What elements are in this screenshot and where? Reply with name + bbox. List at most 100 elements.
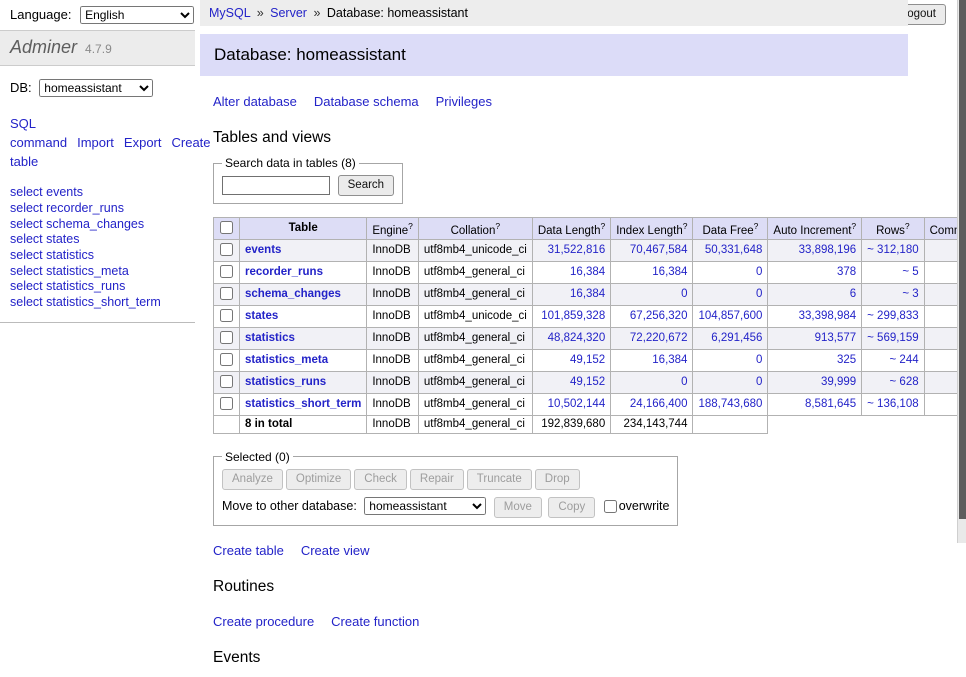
table-name-link[interactable]: recorder_runs bbox=[245, 266, 323, 278]
breadcrumb-link-server[interactable]: Server bbox=[270, 6, 307, 20]
auto-increment-link[interactable]: 33,398,984 bbox=[799, 310, 857, 322]
rows-link[interactable]: ~ 628 bbox=[890, 376, 919, 388]
data-length-link[interactable]: 31,522,816 bbox=[548, 244, 606, 256]
auto-increment-link[interactable]: 39,999 bbox=[821, 376, 856, 388]
rows-link[interactable]: ~ 299,833 bbox=[867, 310, 918, 322]
doc-question-icon[interactable]: ? bbox=[754, 221, 759, 231]
row-checkbox[interactable] bbox=[220, 265, 233, 278]
column-header-data-free[interactable]: Data Free? bbox=[693, 217, 768, 239]
sidebar-table-link[interactable]: select schema_changes bbox=[10, 217, 144, 231]
rows-link[interactable]: ~ 136,108 bbox=[867, 398, 918, 410]
column-header-data-length[interactable]: Data Length? bbox=[532, 217, 610, 239]
selected-action-button[interactable]: Optimize bbox=[286, 469, 351, 490]
table-name-link[interactable]: events bbox=[245, 244, 281, 256]
overwrite-checkbox[interactable] bbox=[604, 500, 617, 513]
routine-link[interactable]: Create function bbox=[331, 614, 419, 629]
db-nav-link[interactable]: Alter database bbox=[213, 94, 297, 109]
move-button[interactable]: Move bbox=[494, 497, 542, 518]
sidebar-table-link[interactable]: select events bbox=[10, 185, 83, 199]
db-nav-link[interactable]: Privileges bbox=[436, 94, 492, 109]
selected-action-button[interactable]: Truncate bbox=[467, 469, 532, 490]
auto-increment-link[interactable]: 325 bbox=[837, 354, 856, 366]
doc-question-icon[interactable]: ? bbox=[408, 221, 413, 231]
select-all-checkbox[interactable] bbox=[220, 221, 233, 234]
data-length-link[interactable]: 16,384 bbox=[570, 288, 605, 300]
index-length-link[interactable]: 0 bbox=[681, 288, 687, 300]
rows-link[interactable]: ~ 312,180 bbox=[867, 244, 918, 256]
auto-increment-link[interactable]: 8,581,645 bbox=[805, 398, 856, 410]
data-length-link[interactable]: 10,502,144 bbox=[548, 398, 606, 410]
doc-question-icon[interactable]: ? bbox=[683, 221, 688, 231]
data-free-link[interactable]: 104,857,600 bbox=[698, 310, 762, 322]
selected-action-button[interactable]: Analyze bbox=[222, 469, 283, 490]
table-name-link[interactable]: statistics_short_term bbox=[245, 398, 361, 410]
create-link[interactable]: Create view bbox=[301, 543, 370, 558]
row-checkbox[interactable] bbox=[220, 309, 233, 322]
data-length-link[interactable]: 49,152 bbox=[570, 376, 605, 388]
data-free-link[interactable]: 188,743,680 bbox=[698, 398, 762, 410]
column-header-engine[interactable]: Engine? bbox=[367, 217, 419, 239]
column-header-rows[interactable]: Rows? bbox=[862, 217, 924, 239]
row-checkbox[interactable] bbox=[220, 397, 233, 410]
data-length-link[interactable]: 49,152 bbox=[570, 354, 605, 366]
rows-link[interactable]: ~ 5 bbox=[902, 266, 918, 278]
doc-question-icon[interactable]: ? bbox=[495, 221, 500, 231]
rows-link[interactable]: ~ 569,159 bbox=[867, 332, 918, 344]
data-length-link[interactable]: 16,384 bbox=[570, 266, 605, 278]
index-length-link[interactable]: 16,384 bbox=[652, 266, 687, 278]
rows-link[interactable]: ~ 3 bbox=[902, 288, 918, 300]
index-length-link[interactable]: 0 bbox=[681, 376, 687, 388]
language-select[interactable]: English bbox=[80, 6, 194, 24]
sidebar-action-link[interactable]: SQL command bbox=[10, 116, 67, 150]
data-free-link[interactable]: 0 bbox=[756, 376, 762, 388]
row-checkbox[interactable] bbox=[220, 243, 233, 256]
table-name-link[interactable]: schema_changes bbox=[245, 288, 341, 300]
search-button[interactable]: Search bbox=[338, 175, 394, 196]
selected-action-button[interactable]: Check bbox=[354, 469, 407, 490]
data-length-link[interactable]: 48,824,320 bbox=[548, 332, 606, 344]
auto-increment-link[interactable]: 33,898,196 bbox=[799, 244, 857, 256]
data-free-link[interactable]: 0 bbox=[756, 266, 762, 278]
auto-increment-link[interactable]: 378 bbox=[837, 266, 856, 278]
sidebar-table-link[interactable]: select states bbox=[10, 232, 79, 246]
index-length-link[interactable]: 16,384 bbox=[652, 354, 687, 366]
data-free-link[interactable]: 50,331,648 bbox=[705, 244, 763, 256]
create-link[interactable]: Create table bbox=[213, 543, 284, 558]
db-select[interactable]: homeassistant bbox=[39, 79, 153, 97]
selected-action-button[interactable]: Repair bbox=[410, 469, 464, 490]
index-length-link[interactable]: 72,220,672 bbox=[630, 332, 688, 344]
data-free-link[interactable]: 0 bbox=[756, 354, 762, 366]
doc-question-icon[interactable]: ? bbox=[851, 221, 856, 231]
rows-link[interactable]: ~ 244 bbox=[890, 354, 919, 366]
sidebar-table-link[interactable]: select statistics_short_term bbox=[10, 295, 161, 309]
row-checkbox[interactable] bbox=[220, 353, 233, 366]
scrollbar-thumb[interactable] bbox=[959, 0, 966, 519]
table-name-link[interactable]: statistics bbox=[245, 332, 295, 344]
search-input[interactable] bbox=[222, 176, 330, 195]
index-length-link[interactable]: 70,467,584 bbox=[630, 244, 688, 256]
row-checkbox[interactable] bbox=[220, 287, 233, 300]
auto-increment-link[interactable]: 6 bbox=[850, 288, 856, 300]
sidebar-table-link[interactable]: select recorder_runs bbox=[10, 201, 124, 215]
sidebar-action-link[interactable]: Export bbox=[124, 135, 162, 150]
copy-button[interactable]: Copy bbox=[548, 497, 595, 518]
data-free-link[interactable]: 6,291,456 bbox=[711, 332, 762, 344]
column-header-auto-increment[interactable]: Auto Increment? bbox=[768, 217, 862, 239]
row-checkbox[interactable] bbox=[220, 331, 233, 344]
index-length-link[interactable]: 67,256,320 bbox=[630, 310, 688, 322]
column-header-collation[interactable]: Collation? bbox=[418, 217, 532, 239]
vertical-scrollbar[interactable] bbox=[957, 0, 966, 543]
selected-action-button[interactable]: Drop bbox=[535, 469, 580, 490]
data-length-link[interactable]: 101,859,328 bbox=[541, 310, 605, 322]
column-header-index-length[interactable]: Index Length? bbox=[611, 217, 693, 239]
column-header-table[interactable]: Table bbox=[240, 217, 367, 239]
db-nav-link[interactable]: Database schema bbox=[314, 94, 419, 109]
move-db-select[interactable]: homeassistant bbox=[364, 497, 486, 515]
routine-link[interactable]: Create procedure bbox=[213, 614, 314, 629]
table-name-link[interactable]: states bbox=[245, 310, 278, 322]
doc-question-icon[interactable]: ? bbox=[905, 221, 910, 231]
table-name-link[interactable]: statistics_meta bbox=[245, 354, 328, 366]
sidebar-table-link[interactable]: select statistics_runs bbox=[10, 279, 125, 293]
sidebar-action-link[interactable]: Import bbox=[77, 135, 114, 150]
breadcrumb-link-mysql[interactable]: MySQL bbox=[209, 6, 250, 20]
